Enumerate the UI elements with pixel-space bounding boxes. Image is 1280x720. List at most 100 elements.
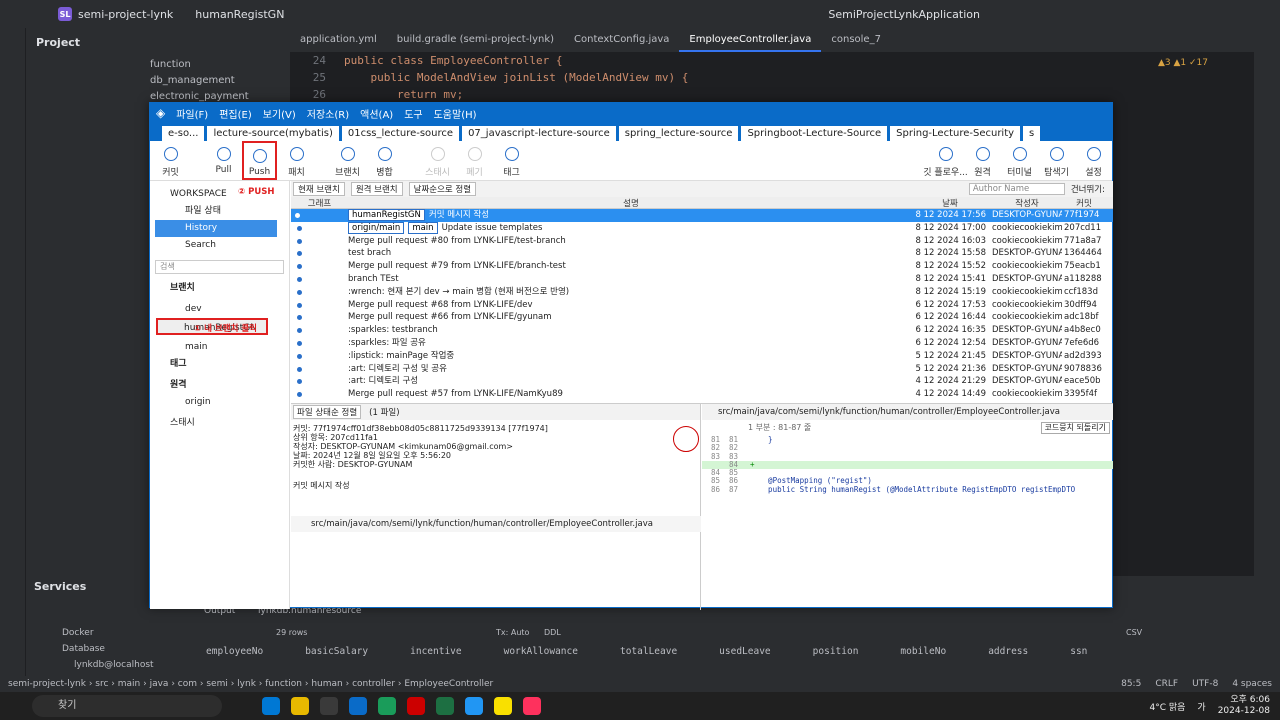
excel-icon[interactable] bbox=[436, 697, 454, 715]
st-menu-item[interactable]: 액션(A) bbox=[360, 106, 393, 121]
netflix-icon[interactable] bbox=[407, 697, 425, 715]
grid-header-1[interactable]: 설명 bbox=[348, 197, 914, 208]
remote-origin[interactable]: origin bbox=[150, 394, 289, 411]
repo-tab[interactable]: e-so... bbox=[162, 126, 205, 141]
editor-tab[interactable]: EmployeeController.java bbox=[679, 28, 822, 52]
jump-to[interactable]: 건너뛰기: bbox=[1071, 183, 1105, 195]
sidebar-search-input[interactable]: 검색 bbox=[155, 260, 284, 274]
branch-main[interactable]: main bbox=[150, 339, 289, 356]
result-column-header[interactable]: usedLeave bbox=[719, 646, 770, 657]
ddl-button[interactable]: DDL bbox=[544, 628, 561, 637]
table-row[interactable]: Merge pull request #80 from LYNK-LIFE/te… bbox=[291, 235, 1113, 248]
repo-tab[interactable]: 07_javascript-lecture-source bbox=[462, 126, 616, 141]
code-editor[interactable]: 24 public class EmployeeController {25 pu… bbox=[290, 52, 1254, 104]
commit-parent[interactable]: 상위 항목: 207cd11fa1 bbox=[293, 433, 698, 442]
toolbar-0-button[interactable]: 커밋 bbox=[152, 141, 189, 180]
tx-mode[interactable]: Tx: Auto bbox=[496, 628, 529, 637]
project-name[interactable]: semi-project-lynk bbox=[78, 8, 173, 21]
result-column-header[interactable]: position bbox=[813, 646, 859, 657]
branches-header[interactable]: 브랜치 bbox=[150, 280, 289, 297]
app-icon[interactable] bbox=[320, 697, 338, 715]
toolbar-6-button[interactable]: 스태시 bbox=[419, 141, 456, 180]
outlook-icon[interactable] bbox=[349, 697, 367, 715]
result-column-header[interactable]: workAllowance bbox=[504, 646, 578, 657]
revert-hunk-button[interactable]: 코드뭉치 되돌리기 bbox=[1040, 422, 1110, 434]
grid-header-0[interactable]: 그래프 bbox=[291, 197, 348, 209]
table-row[interactable]: :lipstick: mainPage 작업중 5 12 2024 21:45 DE… bbox=[291, 350, 1113, 363]
branch-ref[interactable]: humanRegistGN bbox=[348, 209, 425, 221]
branch-dev[interactable]: dev bbox=[150, 301, 289, 318]
breadcrumb-item[interactable]: lynk bbox=[237, 679, 256, 689]
database-node[interactable]: Database bbox=[62, 644, 105, 654]
toolbar-5-button[interactable]: 병합 bbox=[366, 141, 403, 180]
table-row[interactable]: Merge pull request #68 from LYNK-LIFE/de… bbox=[291, 299, 1113, 312]
table-row[interactable]: branch TEst 8 12 2024 15:41 DESKTOP-GYUNAI… bbox=[291, 273, 1113, 286]
repo-tab[interactable]: Springboot-Lecture-Source bbox=[741, 126, 888, 141]
toolbar-7-button[interactable]: 폐기 bbox=[456, 141, 493, 180]
branch-ref[interactable]: origin/main bbox=[348, 221, 405, 234]
breadcrumb-item[interactable]: controller bbox=[352, 679, 395, 689]
table-row[interactable]: origin/main main Update issue templates 8 1… bbox=[291, 221, 1113, 235]
changed-file[interactable]: src/main/java/com/semi/lynk/function/hum… bbox=[291, 516, 701, 532]
caret-position[interactable]: 85:5 bbox=[1121, 676, 1141, 692]
stash-header[interactable]: 스태시 bbox=[150, 415, 289, 432]
breadcrumb-item[interactable]: java bbox=[150, 679, 169, 689]
breadcrumb-item[interactable]: human bbox=[311, 679, 342, 689]
table-row[interactable]: Merge pull request #57 from LYNK-LIFE/Na… bbox=[291, 388, 1113, 401]
branch-ref[interactable]: main bbox=[408, 221, 438, 234]
breadcrumb-item[interactable]: semi-project-lynk bbox=[8, 679, 86, 689]
st-menu-item[interactable]: 보기(V) bbox=[263, 106, 296, 121]
run-config[interactable]: SemiProjectLynkApplication bbox=[828, 8, 980, 21]
encoding[interactable]: UTF-8 bbox=[1192, 676, 1218, 692]
table-row[interactable]: Merge pull request #66 from LYNK-LIFE/gy… bbox=[291, 311, 1113, 324]
vcs-branch[interactable]: humanRegistGN bbox=[195, 8, 284, 21]
toolbar-right-button[interactable]: 깃 플로우... bbox=[923, 141, 968, 180]
editor-tab[interactable]: console_7 bbox=[821, 28, 891, 52]
chrome-icon[interactable] bbox=[378, 697, 396, 715]
docker-node[interactable]: Docker bbox=[62, 628, 94, 638]
author-filter[interactable]: Author Name bbox=[968, 183, 1065, 195]
st-menu-item[interactable]: 편집(E) bbox=[219, 106, 252, 121]
taskbar-search[interactable]: 찾기 bbox=[32, 695, 222, 717]
result-column-header[interactable]: incentive bbox=[410, 646, 461, 657]
rows-count[interactable]: 29 rows bbox=[276, 628, 307, 637]
toolbar-right-button[interactable]: 설정 bbox=[1075, 141, 1112, 180]
result-column-header[interactable]: employeeNo bbox=[206, 646, 263, 657]
toolbar-8-button[interactable]: 태그 bbox=[493, 141, 530, 180]
editor-tab[interactable]: ContextConfig.java bbox=[564, 28, 679, 52]
project-label[interactable]: Project bbox=[26, 28, 290, 57]
inspection-widget[interactable]: ▲3 ▲1 ✓17 bbox=[1158, 58, 1208, 68]
repo-tab[interactable]: s bbox=[1023, 126, 1041, 141]
sidebar-item-file-status[interactable]: 파일 상태 bbox=[150, 203, 289, 220]
ime-lang[interactable]: 가 bbox=[1197, 700, 1205, 713]
table-row[interactable]: :wrench: 현재 본기 dev → main 병합 (현재 버전으로 반영… bbox=[291, 286, 1113, 299]
table-row[interactable]: :sparkles: 파일 공유 6 12 2024 12:54 DESKTOP-G… bbox=[291, 337, 1113, 350]
toolbar-3-button[interactable]: 패치 bbox=[278, 141, 315, 180]
repo-tab[interactable]: Spring-Lecture-Security bbox=[890, 126, 1021, 141]
explorer-icon[interactable] bbox=[291, 697, 309, 715]
editor-tab[interactable]: build.gradle (semi-project-lynk) bbox=[387, 28, 564, 52]
tree-node[interactable]: function bbox=[150, 57, 290, 73]
breadcrumb-item[interactable]: src bbox=[95, 679, 108, 689]
breadcrumb-item[interactable]: function bbox=[265, 679, 302, 689]
toolbar-right-button[interactable]: 터미널 bbox=[1001, 141, 1038, 180]
st-menu-item[interactable]: 저장소(R) bbox=[307, 106, 349, 121]
weather[interactable]: 4°C 맑음 bbox=[1149, 700, 1185, 713]
grid-header-3[interactable]: 작성자 bbox=[990, 197, 1062, 208]
breadcrumb-item[interactable]: main bbox=[118, 679, 141, 689]
result-column-header[interactable]: ssn bbox=[1070, 646, 1087, 657]
intellij-icon[interactable] bbox=[523, 697, 541, 715]
result-column-header[interactable]: totalLeave bbox=[620, 646, 677, 657]
edge-icon[interactable] bbox=[262, 697, 280, 715]
sidebar-item-search[interactable]: Search bbox=[150, 237, 289, 254]
st-menu-item[interactable]: 파일(F) bbox=[176, 106, 208, 121]
breadcrumb-item[interactable]: com bbox=[178, 679, 197, 689]
editor-tab[interactable]: application.yml bbox=[290, 28, 387, 52]
table-row[interactable]: :art: 디렉토리 구성 및 공유 5 12 2024 21:36 DESKTOP… bbox=[291, 363, 1113, 376]
clock-time[interactable]: 오후 6:06 bbox=[1218, 695, 1270, 706]
branch-filter[interactable]: 현재 브랜치 bbox=[293, 182, 345, 196]
repo-tab[interactable]: lecture-source(mybatis) bbox=[207, 126, 339, 141]
st-menu-item[interactable]: 도움말(H) bbox=[434, 106, 477, 121]
toolbar-right-button[interactable]: 원격 bbox=[964, 141, 1001, 180]
clock-date[interactable]: 2024-12-08 bbox=[1218, 706, 1270, 717]
